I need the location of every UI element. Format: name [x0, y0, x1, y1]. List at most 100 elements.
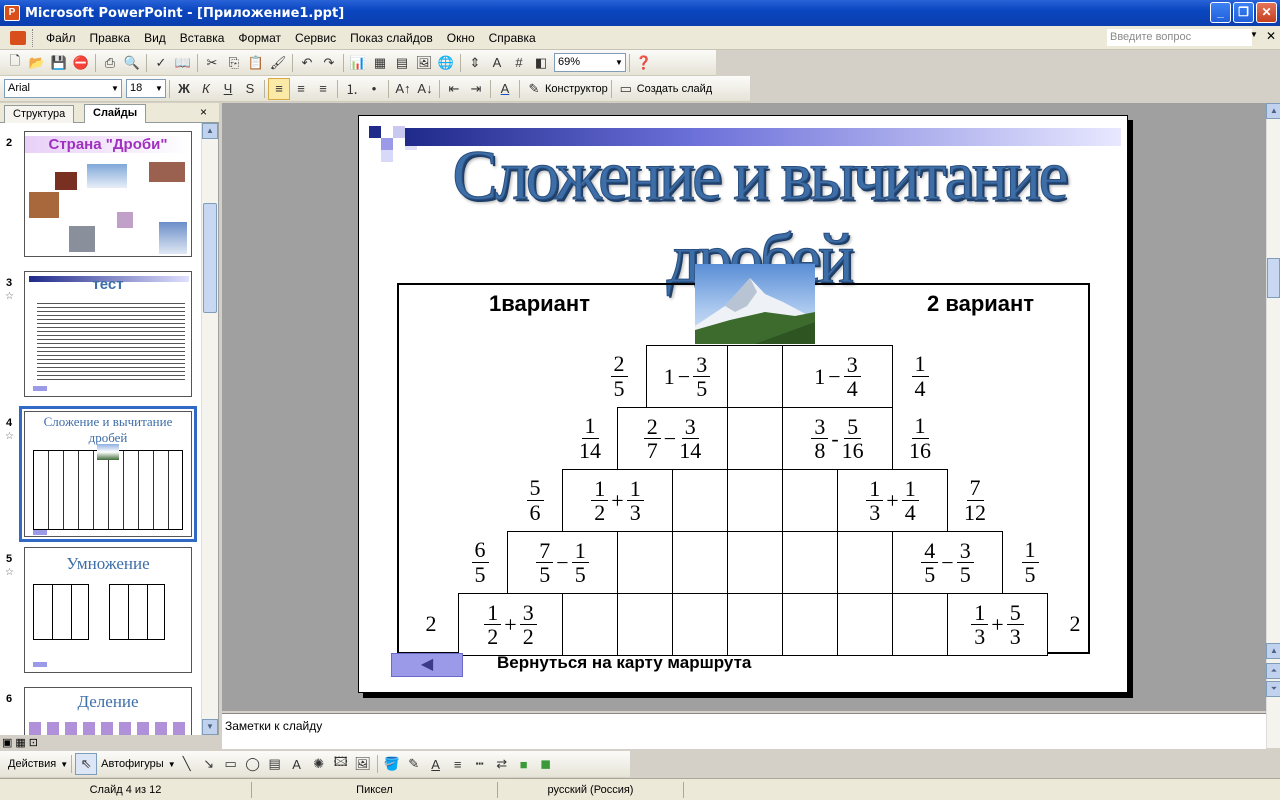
pyramid-cell[interactable]: 1 2 +3 2	[458, 593, 563, 656]
new-slide-button[interactable]: Создать слайд	[637, 83, 712, 95]
notes-pane[interactable]: Заметки к слайду	[222, 713, 1266, 749]
increase-font-icon[interactable]: A↑	[392, 78, 414, 100]
rectangle-icon[interactable]: ▭	[220, 753, 242, 775]
scroll-up-icon[interactable]: ▲	[1266, 643, 1280, 659]
pyramid-cell[interactable]	[727, 593, 783, 656]
pyramid-cell[interactable]	[727, 345, 783, 408]
pyramid-cell[interactable]	[837, 531, 893, 594]
document-icon[interactable]	[10, 30, 26, 45]
formatting-marks-icon[interactable]: A	[486, 52, 508, 74]
print-icon[interactable]: ⎙	[99, 52, 121, 74]
menu-insert[interactable]: Вставка	[173, 28, 232, 48]
shadow-style-icon[interactable]: ■	[513, 753, 535, 775]
canvas-scrollbar[interactable]: ▲ ▲ ⏶ ⏷	[1266, 103, 1280, 748]
pyramid-cell[interactable]	[782, 593, 838, 656]
next-slide-icon[interactable]: ⏷	[1266, 681, 1280, 697]
prev-slide-icon[interactable]: ⏶	[1266, 663, 1280, 679]
open-icon[interactable]: 📂	[26, 52, 48, 74]
pyramid-cell[interactable]: 2 7−3 14	[617, 407, 728, 470]
align-right-icon[interactable]: ≡	[312, 78, 334, 100]
pyramid-cell[interactable]	[727, 469, 783, 532]
italic-icon[interactable]: К	[195, 78, 217, 100]
copy-icon[interactable]: ⎘	[223, 52, 245, 74]
insert-picture-icon[interactable]: 🌐	[435, 52, 457, 74]
picture-icon[interactable]: 🖼	[352, 753, 374, 775]
permission-icon[interactable]: ⛔	[70, 52, 92, 74]
font-color-icon[interactable]: A	[425, 753, 447, 775]
new-icon[interactable]: 🗋	[4, 52, 26, 74]
grid-icon[interactable]: #	[508, 52, 530, 74]
line-icon[interactable]: ╲	[176, 753, 198, 775]
menu-slideshow[interactable]: Показ слайдов	[343, 28, 440, 48]
maximize-button[interactable]: ❐	[1233, 2, 1254, 23]
pyramid-cell[interactable]	[617, 531, 673, 594]
pyramid-cell[interactable]: 1 2 +1 3	[562, 469, 673, 532]
pyramid-cell[interactable]	[782, 469, 838, 532]
pyramid-cell[interactable]	[727, 407, 783, 470]
scroll-thumb[interactable]	[203, 203, 217, 313]
font-select[interactable]: Arial ▼	[4, 79, 122, 98]
expand-icon[interactable]: ⇕	[464, 52, 486, 74]
pyramid-cell[interactable]	[837, 593, 893, 656]
thumbnail-slide-2[interactable]: Страна "Дроби"	[24, 131, 192, 257]
ask-dropdown-icon[interactable]: ▼	[1250, 30, 1258, 39]
pyramid-cell[interactable]	[782, 531, 838, 594]
pyramid-cell[interactable]	[892, 593, 948, 656]
pyramid-cell[interactable]	[672, 469, 728, 532]
pyramid-cell[interactable]: 4 5−3 5	[892, 531, 1003, 594]
slide[interactable]: Сложение и вычитание дробей 1вариант 2 в…	[358, 115, 1128, 693]
pyramid-cell[interactable]: 1 3 +5 3	[947, 593, 1048, 656]
designer-icon[interactable]: ✎	[523, 78, 545, 100]
shadow-icon[interactable]: S	[239, 78, 261, 100]
thumbnail-slide-4[interactable]: Сложение и вычитание дробей	[19, 406, 197, 542]
bold-icon[interactable]: Ж	[173, 78, 195, 100]
back-arrow-icon[interactable]: ◀	[391, 653, 463, 677]
insert-hyperlink-icon[interactable]: 🖼	[413, 52, 435, 74]
back-to-map-link[interactable]: Вернуться на карту маршрута	[497, 653, 751, 673]
pyramid-cell[interactable]: 1−3 4	[782, 345, 893, 408]
save-icon[interactable]: 💾	[48, 52, 70, 74]
view-buttons[interactable]: ▣▦⊡	[2, 736, 41, 749]
print-preview-icon[interactable]: 🔍	[121, 52, 143, 74]
tab-outline[interactable]: Структура	[4, 105, 75, 123]
pyramid-cell[interactable]: 7 5−1 5	[507, 531, 618, 594]
textbox-icon[interactable]: ▤	[264, 753, 286, 775]
scroll-up-icon[interactable]: ▲	[202, 123, 218, 139]
align-center-icon[interactable]: ≡	[290, 78, 312, 100]
pyramid-cell[interactable]: 3 8-5 16	[782, 407, 893, 470]
arrow-icon[interactable]: ↘	[198, 753, 220, 775]
insert-chart-icon[interactable]: 📊	[347, 52, 369, 74]
font-color-icon[interactable]: A	[494, 78, 516, 100]
undo-icon[interactable]: ↶	[296, 52, 318, 74]
scroll-down-icon[interactable]: ▼	[202, 719, 218, 735]
paste-icon[interactable]: 📋	[245, 52, 267, 74]
pyramid-cell[interactable]	[562, 593, 618, 656]
designer-button[interactable]: Конструктор	[545, 83, 608, 95]
menu-format[interactable]: Формат	[231, 28, 288, 48]
decrease-indent-icon[interactable]: ⇤	[443, 78, 465, 100]
close-button[interactable]: ✕	[1256, 2, 1277, 23]
line-color-icon[interactable]: ✎	[403, 753, 425, 775]
line-style-icon[interactable]: ≡	[447, 753, 469, 775]
menu-help[interactable]: Справка	[482, 28, 543, 48]
thumbnail-scrollbar[interactable]: ▲ ▼	[201, 123, 218, 735]
doc-close-icon[interactable]: ✕	[1266, 29, 1276, 43]
insert-table-icon[interactable]: ▦	[369, 52, 391, 74]
color-grayscale-icon[interactable]: ◧	[530, 52, 552, 74]
diagram-icon[interactable]: ✺	[308, 753, 330, 775]
select-pointer-icon[interactable]: ⇖	[75, 753, 98, 775]
pyramid-cell[interactable]	[672, 531, 728, 594]
bullets-icon[interactable]: •	[363, 78, 385, 100]
zoom-select[interactable]: 69% ▼	[554, 53, 626, 72]
underline-icon[interactable]: Ч	[217, 78, 239, 100]
pyramid-cell[interactable]	[672, 593, 728, 656]
pyramid-cell[interactable]	[617, 593, 673, 656]
dash-style-icon[interactable]: ┅	[469, 753, 491, 775]
numbering-icon[interactable]: ⒈	[341, 78, 363, 100]
scroll-thumb[interactable]	[1267, 258, 1280, 298]
menu-edit[interactable]: Правка	[83, 28, 138, 48]
increase-indent-icon[interactable]: ⇥	[465, 78, 487, 100]
menu-file[interactable]: Файл	[39, 28, 83, 48]
ask-question-input[interactable]: Введите вопрос	[1107, 29, 1252, 46]
thumbnail-slide-5[interactable]: Умножение	[24, 547, 192, 673]
